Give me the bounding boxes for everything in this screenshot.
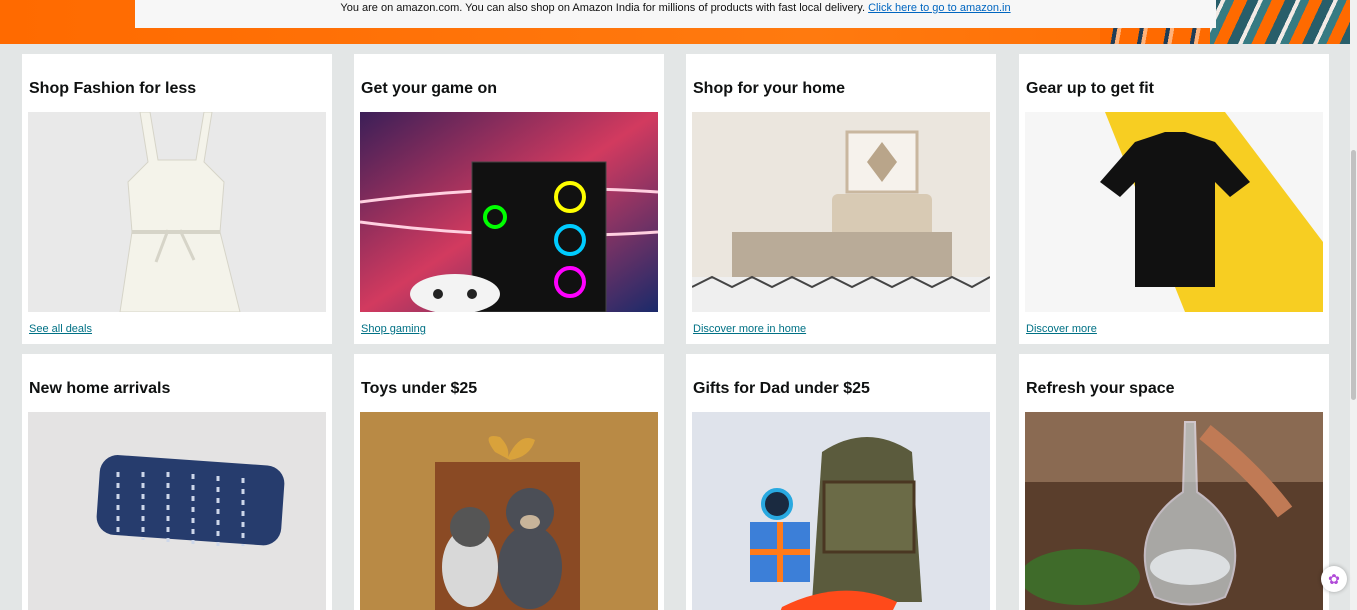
- card-gaming: Get your game on Shop gaming: [354, 54, 664, 344]
- scrollbar-thumb[interactable]: [1351, 150, 1356, 400]
- card-title: Gifts for Dad under $25: [693, 380, 870, 397]
- card-gifts-for-dad: Gifts for Dad under $25: [686, 354, 996, 610]
- card-home: Shop for your home Discover more in home: [686, 54, 996, 344]
- hero-pattern-decoration: [1210, 0, 1350, 44]
- gaming-pc-image[interactable]: [360, 112, 658, 312]
- glass-carafe-dinner-image[interactable]: [1025, 412, 1323, 610]
- card-toys: Toys under $25: [354, 354, 664, 610]
- shop-gaming-link[interactable]: Shop gaming: [361, 323, 426, 335]
- assistant-extension-icon[interactable]: ✿: [1321, 566, 1347, 592]
- discover-more-fitness-link[interactable]: Discover more: [1026, 323, 1097, 335]
- plush-toys-gift-box-image[interactable]: [360, 412, 658, 610]
- card-title: Shop Fashion for less: [29, 80, 197, 97]
- black-tshirt-image[interactable]: [1025, 112, 1323, 312]
- card-title: New home arrivals: [29, 380, 171, 397]
- card-title: Get your game on: [361, 80, 498, 97]
- see-all-deals-link[interactable]: See all deals: [29, 323, 92, 335]
- card-title: Gear up to get fit: [1026, 80, 1154, 97]
- region-notice-text: You are on amazon.com. You can also shop…: [340, 2, 869, 14]
- blue-pillow-image[interactable]: [28, 412, 326, 610]
- card-fashion: Shop Fashion for less See all deals: [22, 54, 332, 344]
- card-refresh-space: Refresh your space: [1019, 354, 1329, 610]
- page-scrollbar[interactable]: [1350, 0, 1357, 610]
- card-title: Shop for your home: [693, 80, 845, 97]
- white-dress-image[interactable]: [28, 112, 326, 312]
- card-title: Toys under $25: [361, 380, 478, 397]
- bedroom-image[interactable]: [692, 112, 990, 312]
- card-title: Refresh your space: [1026, 380, 1175, 397]
- discover-more-in-home-link[interactable]: Discover more in home: [693, 323, 806, 335]
- card-fitness: Gear up to get fit Discover more: [1019, 54, 1329, 344]
- amazon-india-link[interactable]: Click here to go to amazon.in: [868, 2, 1010, 14]
- card-new-home-arrivals: New home arrivals: [22, 354, 332, 610]
- backpack-gifts-image[interactable]: [692, 412, 990, 610]
- region-notice-bar: You are on amazon.com. You can also shop…: [135, 0, 1216, 28]
